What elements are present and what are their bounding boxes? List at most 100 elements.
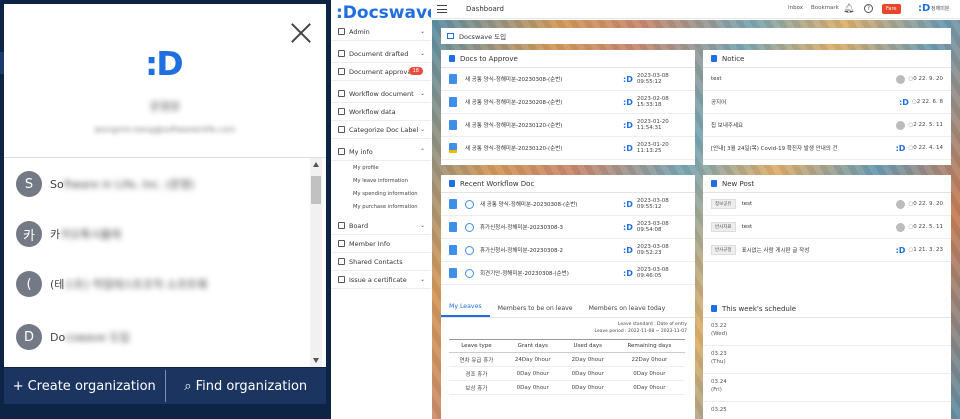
schedule-day[interactable]: 03.24 (Fri): [703, 374, 951, 402]
bookmark-link[interactable]: Bookmark: [811, 5, 839, 11]
list-item[interactable]: 휴가신청서-정해미분-20230308-3:D 2023-03-08 09:54:…: [441, 216, 695, 239]
schedule-panel: This week's schedule 03.22 (Wed) 03.23 (Th…: [703, 300, 951, 419]
data-icon: [338, 108, 345, 115]
docswave-mini-logo: :D: [623, 222, 633, 232]
check-circle-icon: [465, 245, 474, 255]
leave-table: Leave type Grant days Used days Remaining d…: [449, 339, 685, 395]
chevron-down-icon: ⌄: [419, 28, 425, 35]
sidebar-item-document-drafted[interactable]: Document drafted ⌄: [331, 45, 431, 63]
org-item[interactable]: 카 카카오톡시뮬레: [16, 221, 121, 247]
panel-title: Recent Workflow Doc: [460, 179, 535, 188]
org-actions: + Create organization ⌕ Find organization: [4, 368, 326, 404]
sidebar-item-issue-certificate[interactable]: Issue a certificate ⌄: [331, 271, 431, 289]
sidebar-menu: Admin ⌄ Document drafted ⌄ Document approv…: [331, 23, 431, 289]
page-title: Dashboard: [466, 5, 504, 13]
org-item[interactable]: ( (테스트) 작업테스트조직 소프트웨: [16, 271, 207, 297]
sidebar-item-categorize-doc-label[interactable]: Categorize Doc Label ⌄: [331, 121, 431, 139]
org-name: 카카오톡시뮬레: [50, 228, 121, 241]
table-row: 연차 유급 휴가 24Day 0hour 2Day 0hour 22Day 0hour: [449, 352, 685, 367]
list-item[interactable]: test ◌ 0 22. 9. 20: [703, 68, 951, 91]
table-row: 경조 휴가 0Day 0hour 0Day 0hour 0Day 0hour: [449, 366, 685, 381]
avatar: [896, 120, 906, 130]
breadcrumb: Docswave 도입: [441, 28, 951, 44]
fare-button[interactable]: Fare: [882, 4, 901, 14]
sidebar-item-board[interactable]: Board ⌄: [331, 217, 431, 235]
sidebar-subitem-my-leave[interactable]: My leave information: [331, 174, 431, 187]
check-circle-icon: [465, 222, 474, 232]
org-name: Docswave 도입: [50, 331, 130, 344]
calendar-icon: [711, 305, 717, 312]
chevron-down-icon: ⌄: [419, 90, 425, 97]
panel-title: New Post: [722, 179, 755, 188]
org-item[interactable]: S Software in Life, Inc. (운영): [16, 171, 194, 197]
org-name: Software in Life, Inc. (운영): [50, 178, 195, 191]
org-avatar: D: [16, 324, 42, 350]
inbox-link[interactable]: Inbox: [788, 5, 803, 11]
sidebar-item-member-info[interactable]: Member Info: [331, 235, 431, 253]
panel-title: Docs to Approve: [460, 54, 518, 63]
document-icon: [449, 199, 457, 209]
help-icon[interactable]: ?: [864, 4, 873, 13]
tab-members-on-leave-today[interactable]: Members on leave today: [581, 305, 674, 317]
list-item[interactable]: 휴가신청서-정해미분-20230308-2:D 2023-03-08 09:52:…: [441, 239, 695, 262]
hamburger-menu-icon[interactable]: [437, 5, 447, 13]
scroll-up-icon[interactable]: [313, 162, 319, 167]
list-item[interactable]: 새 공통 양식-정해미분-20230120-(순번):D 2023-01-20 1…: [441, 114, 695, 137]
list-item[interactable]: 새 공통 양식-정해미분-20230308-(순번):D 2023-03-08 0…: [441, 193, 695, 216]
sidebar-subitem-my-spending[interactable]: My spending information: [331, 187, 431, 200]
list-item[interactable]: 칩 보내주세요 ◌ 2 22. 5. 11: [703, 114, 951, 137]
sidebar-item-my-info[interactable]: My info ⌃: [331, 143, 431, 161]
gear-icon: [338, 28, 345, 35]
brand-logo[interactable]: :Docswave: [336, 3, 439, 23]
chevron-down-icon: ⌄: [419, 126, 425, 133]
list-item[interactable]: 정보공유 test ◌ 0 22. 9. 20: [703, 193, 951, 216]
user-name[interactable]: 정해미분: [931, 5, 949, 12]
close-icon[interactable]: [290, 22, 312, 44]
approval-icon: [338, 68, 345, 75]
docswave-mini-logo: :D: [895, 143, 906, 153]
sidebar-subitem-my-profile[interactable]: My profile: [331, 161, 431, 174]
sidebar-item-shared-contacts[interactable]: Shared Contacts: [331, 253, 431, 271]
schedule-day[interactable]: 03.25: [703, 402, 951, 419]
document-icon: [449, 120, 457, 130]
scroll-down-icon[interactable]: [313, 358, 319, 363]
plus-icon: +: [12, 378, 24, 394]
tab-members-to-be-on-leave[interactable]: Members to be on leave: [490, 305, 581, 317]
sidebar-item-workflow-data[interactable]: Workflow data: [331, 103, 431, 121]
create-organization-button[interactable]: + Create organization: [4, 368, 165, 404]
list-item[interactable]: 새 공통 양식-정해미분-20230208-(순번):D 2023-02-08 1…: [441, 91, 695, 114]
docswave-mini-logo: :D: [623, 199, 633, 209]
list-item[interactable]: 회견기안-정해미분-20230308-(순번):D 2023-03-08 09:4…: [441, 262, 695, 285]
category-tag: 반사자료: [711, 222, 736, 232]
list-item[interactable]: 새 공통 양식-정해미분-20230308-(순번):D 2023-03-08 0…: [441, 68, 695, 91]
docswave-mini-logo: :D: [623, 120, 633, 130]
tab-my-leaves[interactable]: My Leaves: [441, 303, 490, 317]
schedule-day[interactable]: 03.23 (Thu): [703, 346, 951, 374]
sidebar-item-admin[interactable]: Admin ⌄: [331, 23, 431, 41]
sidebar-item-document-approval[interactable]: Document approval 18: [331, 63, 431, 81]
sidebar: :Docswave Admin ⌄ Document drafted ⌄ Docum…: [331, 0, 439, 419]
schedule-day[interactable]: 03.22 (Wed): [703, 318, 951, 346]
scroll-thumb[interactable]: [311, 176, 321, 204]
sidebar-subitem-my-purchase[interactable]: My purchase information: [331, 200, 431, 213]
document-icon: [449, 222, 457, 232]
user-name: 운영원: [149, 100, 181, 113]
list-item[interactable]: 반사자료 test ◌ 0 22. 5. 11: [703, 216, 951, 239]
list-item[interactable]: 반사규정 표시없는 사람 게시판 글 작성:D ◌ 1 21. 3. 23: [703, 239, 951, 262]
leaves-panel: My Leaves Members to be on leave Members…: [441, 300, 695, 419]
notice-panel: Notice test ◌ 0 22. 9. 20 공지어:D ◌ 2 22. 6. 8…: [703, 50, 951, 165]
find-organization-button[interactable]: ⌕ Find organization: [166, 368, 327, 404]
list-item[interactable]: [안내] 3월 24일(목) Covid-19 확진자 발생 안내의 건:D ◌ 0…: [703, 137, 951, 160]
chevron-down-icon: ⌄: [419, 276, 425, 283]
list-item[interactable]: 새 공통 양식-정해미분-20230120-(순번):D 2023-01-20 1…: [441, 137, 695, 160]
avatar: [896, 74, 906, 84]
list-item[interactable]: 공지어:D ◌ 2 22. 6. 8: [703, 91, 951, 114]
avatar: [896, 222, 906, 232]
sidebar-item-workflow-document[interactable]: Workflow document ⌄: [331, 85, 431, 103]
recent-workflow-panel: Recent Workflow Doc 새 공통 양식-정해미분-2023030…: [441, 175, 695, 310]
org-list-scrollbar[interactable]: [310, 158, 322, 367]
bell-icon[interactable]: 🔔︎: [843, 4, 854, 14]
table-row: 보상 휴가 0Day 0hour 0Day 0hour 0Day 0hour: [449, 380, 685, 395]
app-window: :Docswave Admin ⌄ Document drafted ⌄ Docum…: [331, 0, 960, 419]
org-item[interactable]: D Docswave 도입: [16, 324, 130, 350]
